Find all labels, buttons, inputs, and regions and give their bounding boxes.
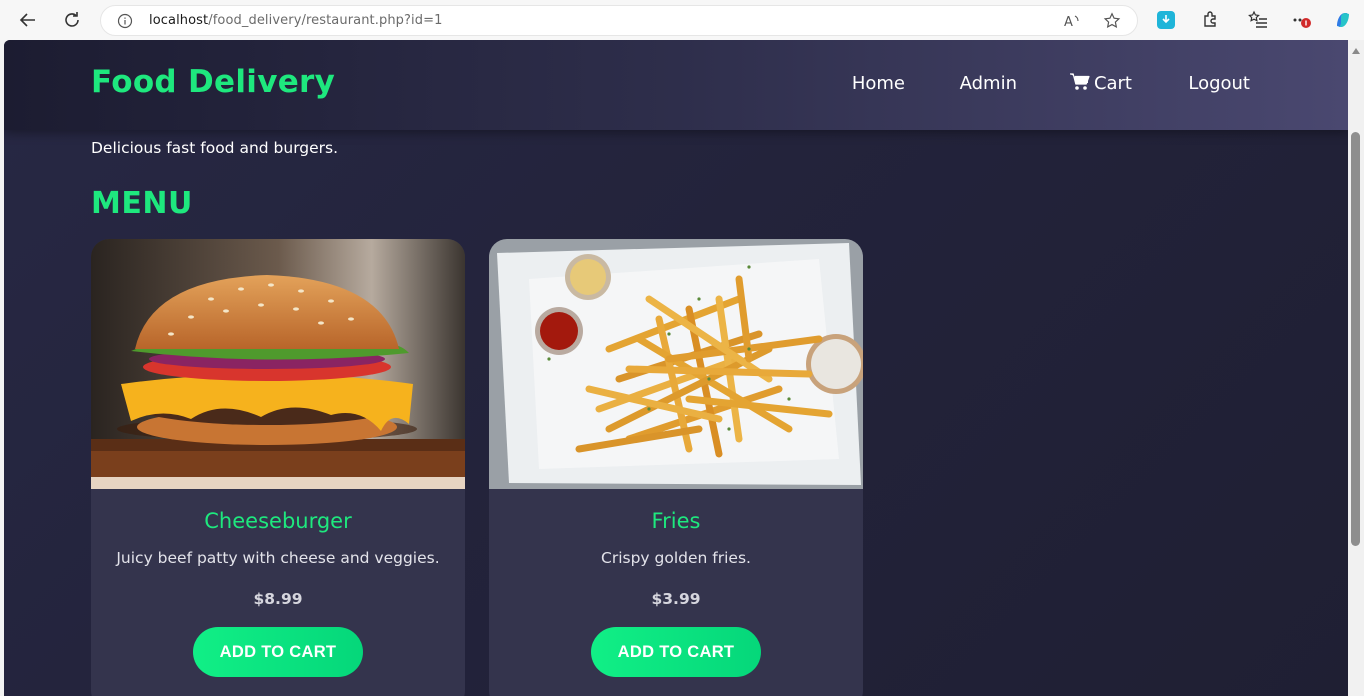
menu-item-card: Cheeseburger Juicy beef patty with chees… <box>91 239 465 696</box>
extensions-puzzle-icon[interactable] <box>1200 10 1220 30</box>
address-bar[interactable]: localhost/food_delivery/restaurant.php?i… <box>100 5 1138 36</box>
copilot-icon[interactable] <box>1333 10 1353 30</box>
add-to-cart-button[interactable]: ADD TO CART <box>193 627 363 677</box>
nav-cart-link[interactable]: Cart <box>1069 73 1132 96</box>
svg-text:A: A <box>1064 15 1073 30</box>
menu-item-card: Fries Crispy golden fries. $3.99 ADD TO … <box>489 239 863 696</box>
favorite-star-icon[interactable] <box>1103 12 1121 30</box>
cart-icon <box>1069 73 1090 96</box>
page-viewport: Food Delivery Home Admin Cart Logout Del… <box>4 40 1348 696</box>
restaurant-description: Delicious fast food and burgers. <box>91 139 339 157</box>
nav-home-link[interactable]: Home <box>852 73 905 94</box>
menu-item-price: $8.99 <box>253 590 303 608</box>
menu-item-price: $3.99 <box>651 590 701 608</box>
nav-cart-label: Cart <box>1093 73 1132 94</box>
extension-download-icon[interactable] <box>1156 10 1176 30</box>
url-text[interactable]: localhost/food_delivery/restaurant.php?i… <box>149 13 442 28</box>
site-header: Food Delivery Home Admin Cart Logout <box>4 40 1348 130</box>
page-scrollbar[interactable] <box>1348 40 1364 696</box>
scroll-up-icon[interactable] <box>1352 48 1360 54</box>
menu-item-description: Juicy beef patty with cheese and veggies… <box>116 549 440 567</box>
site-info-icon[interactable] <box>117 13 133 29</box>
menu-item-name: Fries <box>651 509 701 533</box>
back-icon[interactable] <box>16 8 40 32</box>
fries-image <box>489 239 863 489</box>
menu-item-description: Crispy golden fries. <box>601 549 751 567</box>
nav-admin-link[interactable]: Admin <box>960 73 1017 94</box>
cheeseburger-image <box>91 239 465 489</box>
read-aloud-icon[interactable]: A <box>1063 12 1081 30</box>
scrollbar-thumb[interactable] <box>1351 132 1360 546</box>
add-to-cart-button[interactable]: ADD TO CART <box>591 627 761 677</box>
nav-logout-link[interactable]: Logout <box>1188 73 1250 94</box>
site-brand[interactable]: Food Delivery <box>91 64 335 100</box>
menu-item-name: Cheeseburger <box>204 509 352 533</box>
browser-toolbar: localhost/food_delivery/restaurant.php?i… <box>0 0 1364 40</box>
favorites-list-icon[interactable] <box>1248 10 1268 30</box>
more-options-icon[interactable] <box>1292 10 1312 30</box>
reload-icon[interactable] <box>60 8 84 32</box>
menu-heading: MENU <box>91 186 193 221</box>
